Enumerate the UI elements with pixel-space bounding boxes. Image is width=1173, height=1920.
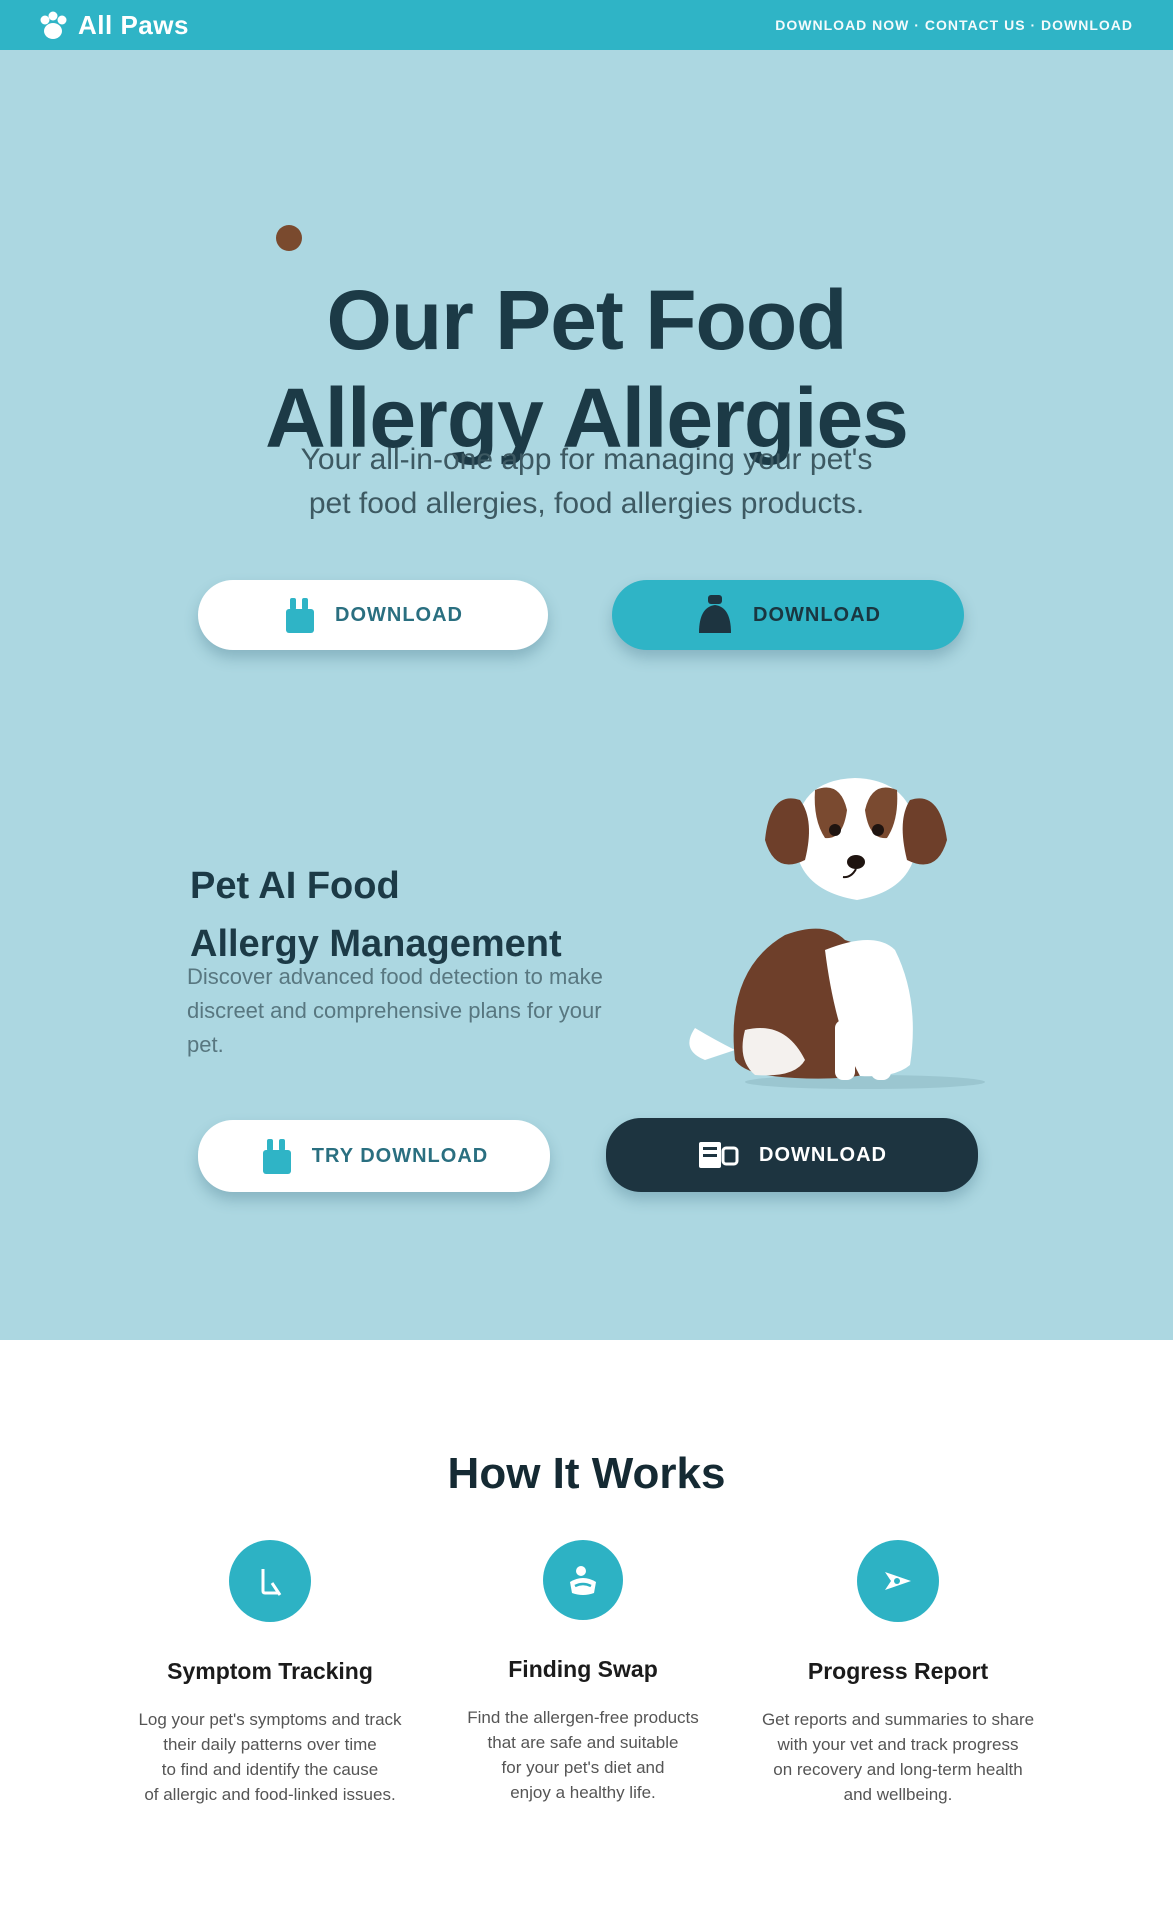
step-description-line: Find the allergen-free products	[467, 1708, 699, 1727]
hero-download-button[interactable]: DOWNLOAD	[198, 580, 548, 650]
step-title: Finding Swap	[508, 1656, 658, 1682]
step-description-line: of allergic and food-linked issues.	[144, 1785, 396, 1804]
app-store-icon	[697, 1138, 741, 1172]
food-bowl-icon	[543, 1540, 623, 1620]
feature-title: Pet AI Food Allergy Management	[190, 857, 710, 973]
dog-illustration	[689, 778, 985, 1089]
step-title: Symptom Tracking	[167, 1658, 373, 1684]
step-description-line: their daily patterns over time	[163, 1735, 377, 1754]
hero-subtitle: Your all-in-one app for managing your pe…	[0, 438, 1173, 526]
page: All Paws DOWNLOAD NOW · CONTACT US · DOW…	[0, 0, 1173, 1920]
arrow-forward-icon	[857, 1540, 939, 1622]
hero-secondary-download-button[interactable]: DOWNLOAD	[612, 580, 964, 650]
step-description-line: enjoy a healthy life.	[510, 1783, 656, 1802]
bag-icon	[283, 595, 317, 635]
hero-section	[0, 50, 1173, 1430]
feature-title-line-1: Pet AI Food	[190, 864, 400, 907]
bag-icon	[260, 1136, 294, 1176]
step-description-line: Get reports and summaries to share	[761, 1710, 1035, 1729]
hero-download-label: DOWNLOAD	[335, 603, 463, 626]
feature-description-line-2: discreet and comprehensive plans for you…	[187, 998, 602, 1057]
pet-carrier-icon	[695, 593, 735, 637]
top-nav-links[interactable]: DOWNLOAD NOW · CONTACT US · DOWNLOAD	[775, 17, 1133, 33]
try-download-button[interactable]: TRY DOWNLOAD	[198, 1120, 550, 1192]
step-description: Get reports and summaries to share with …	[748, 1707, 1048, 1807]
step-description-line: to find and identify the cause	[161, 1760, 379, 1779]
hero-subtitle-line-1: Your all-in-one app for managing your pe…	[300, 443, 873, 476]
feature-description: Discover advanced food detection to make…	[187, 960, 607, 1062]
dark-download-button[interactable]: DOWNLOAD	[606, 1118, 978, 1192]
step-title: Progress Report	[807, 1658, 989, 1684]
step-description: Find the allergen-free products that are…	[433, 1705, 733, 1805]
step-progress-report: Progress Report Get reports and summarie…	[748, 1540, 1048, 1807]
paw-icon	[38, 11, 70, 41]
step-symptom-tracking: Symptom Tracking Log your pet's symptoms…	[120, 1540, 420, 1807]
step-description-line: with your vet and track progress	[777, 1735, 1019, 1754]
step-finding-swap: Finding Swap Find the allergen-free prod…	[433, 1540, 733, 1805]
dark-download-label: DOWNLOAD	[759, 1143, 887, 1166]
step-description-line: Log your pet's symptoms and track	[138, 1710, 402, 1729]
brand-logo[interactable]: All Paws	[38, 10, 189, 41]
step-description-line: that are safe and suitable	[487, 1733, 679, 1752]
feature-description-line-1: Discover advanced food detection to make	[187, 964, 603, 989]
hero-secondary-download-label: DOWNLOAD	[753, 603, 881, 626]
hero-wave-divider	[0, 1375, 1173, 1430]
hero-title-line-1: Our Pet Food	[326, 273, 848, 368]
brand-name: All Paws	[78, 10, 189, 40]
step-description-line: for your pet's diet and	[501, 1758, 665, 1777]
step-description: Log your pet's symptoms and track their …	[120, 1707, 420, 1807]
top-bar: All Paws DOWNLOAD NOW · CONTACT US · DOW…	[0, 0, 1173, 50]
step-description-line: on recovery and long-term health	[773, 1760, 1023, 1779]
hero-subtitle-line-2: pet food allergies, food allergies produ…	[308, 487, 865, 520]
step-description-line: and wellbeing.	[843, 1785, 953, 1804]
try-download-label: TRY DOWNLOAD	[311, 1144, 489, 1167]
search-document-icon	[229, 1540, 311, 1622]
how-it-works-title: How It Works	[447, 1448, 726, 1498]
